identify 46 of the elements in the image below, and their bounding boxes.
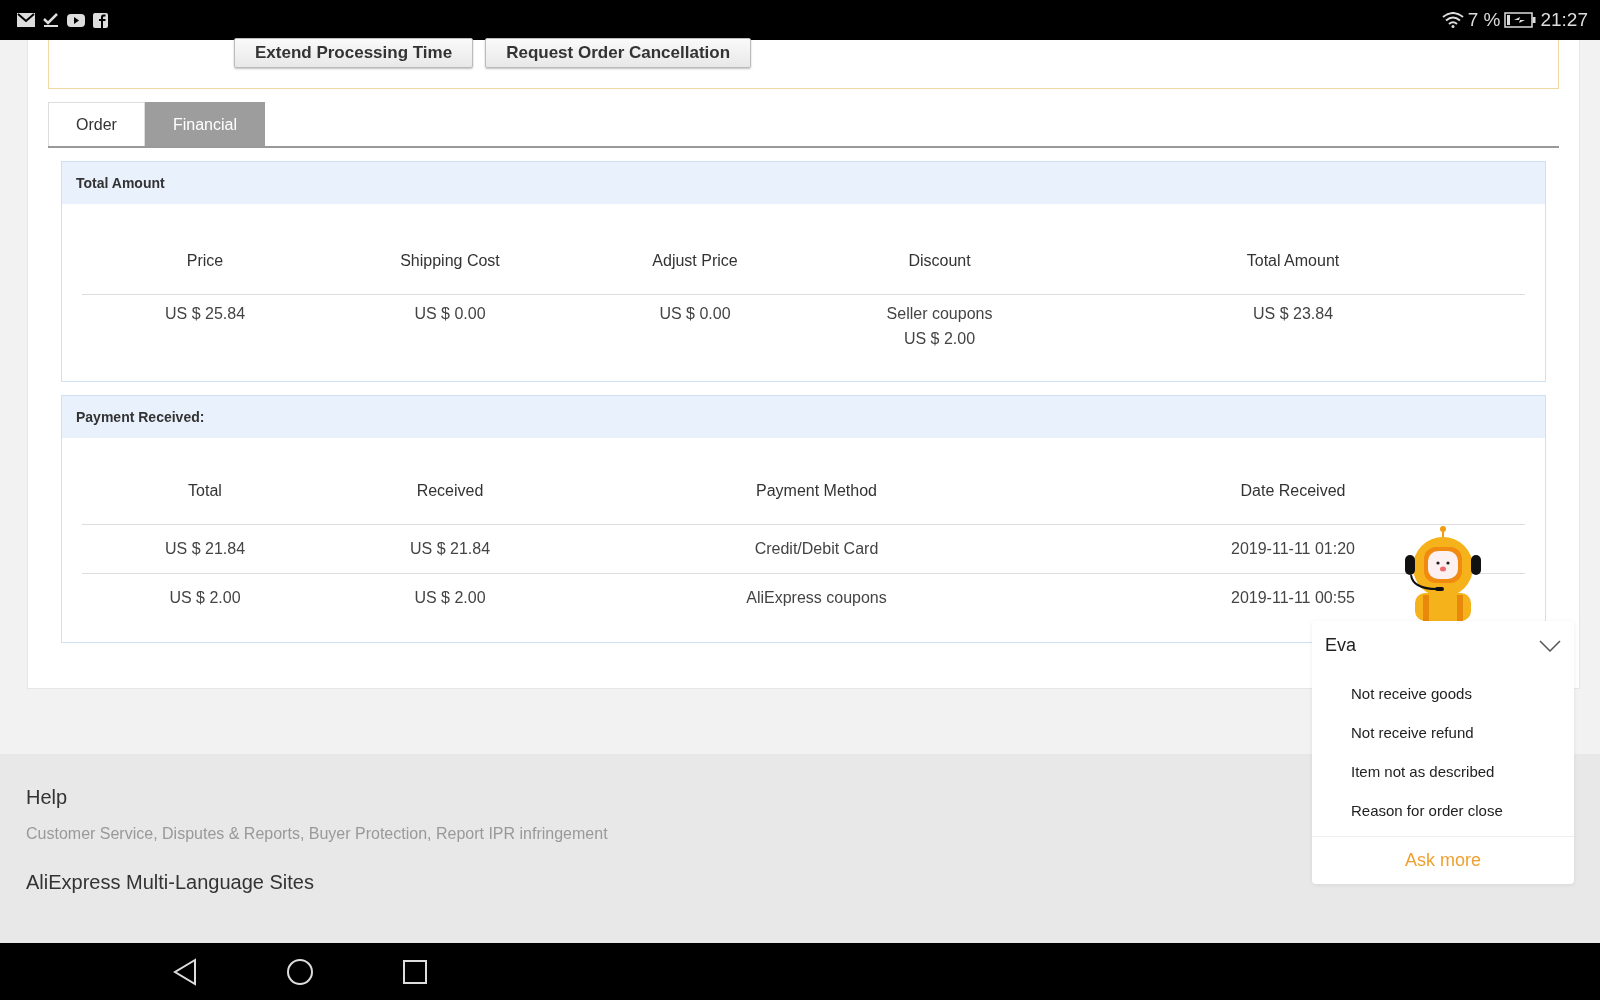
assistant-name: Eva <box>1325 635 1357 656</box>
column-header: Price <box>186 251 224 271</box>
checkmark-icon <box>43 12 59 28</box>
table-cell: AliExpress coupons <box>746 589 887 607</box>
table-cell-text: US $ 0.00 <box>659 304 731 324</box>
battery-icon <box>1504 12 1537 28</box>
column-header: Date Received <box>1240 481 1346 501</box>
action-button[interactable]: Request Order Cancellation <box>485 38 752 68</box>
table-cell: Credit/Debit Card <box>754 540 879 558</box>
footer-heading: Help <box>26 786 68 809</box>
question-item[interactable]: Reason for order close <box>1312 791 1503 830</box>
action-button[interactable]: Extend Processing Time <box>234 38 474 68</box>
table-cell-text: US $ 25.84 <box>164 304 246 324</box>
panel-header: Total Amount <box>62 162 1545 204</box>
column-header: Payment Method <box>756 481 877 501</box>
table-cell-text: US $ 23.84 <box>1252 304 1334 324</box>
clock: 21:27 <box>1540 9 1588 31</box>
column-header: Shipping Cost <box>400 251 500 271</box>
table-cell: 2019-11-11 01:20 <box>1231 540 1355 558</box>
table-cell: US $ 21.84 <box>409 540 491 558</box>
social-icon <box>93 12 108 28</box>
column-header: Received <box>416 481 484 501</box>
table-cell: US $ 21.84 <box>164 540 246 558</box>
question-item[interactable]: Not receive goods <box>1312 674 1472 713</box>
battery-percent: 7 % <box>1467 9 1501 31</box>
panel-header: Payment Received: <box>62 396 1545 438</box>
video-icon <box>67 13 85 27</box>
column-header: Discount <box>908 251 971 271</box>
recents-icon[interactable] <box>402 958 428 985</box>
table-cell: US $ 2.00 <box>169 589 241 607</box>
table-cell-text: US $ 0.00 <box>414 304 486 324</box>
table-cell: 2019-11-11 00:55 <box>1231 589 1355 607</box>
question-item[interactable]: Not receive refund <box>1312 713 1474 752</box>
question-item[interactable]: Item not as described <box>1312 752 1495 791</box>
footer-heading: AliExpress Multi-Language Sites <box>26 871 314 894</box>
column-header: Adjust Price <box>652 251 738 271</box>
chevron-icon[interactable] <box>1539 639 1561 652</box>
back-icon[interactable] <box>172 957 198 986</box>
home-icon[interactable] <box>286 957 314 986</box>
column-header: Total <box>188 481 222 501</box>
column-header: Total Amount <box>1246 251 1340 271</box>
mail-icon <box>17 13 35 27</box>
tab[interactable]: Order <box>48 102 145 146</box>
table-cell-text: Seller coupons US $ 2.00 <box>886 304 993 349</box>
table-cell: US $ 2.00 <box>414 589 486 607</box>
wifi-icon <box>1441 12 1464 28</box>
